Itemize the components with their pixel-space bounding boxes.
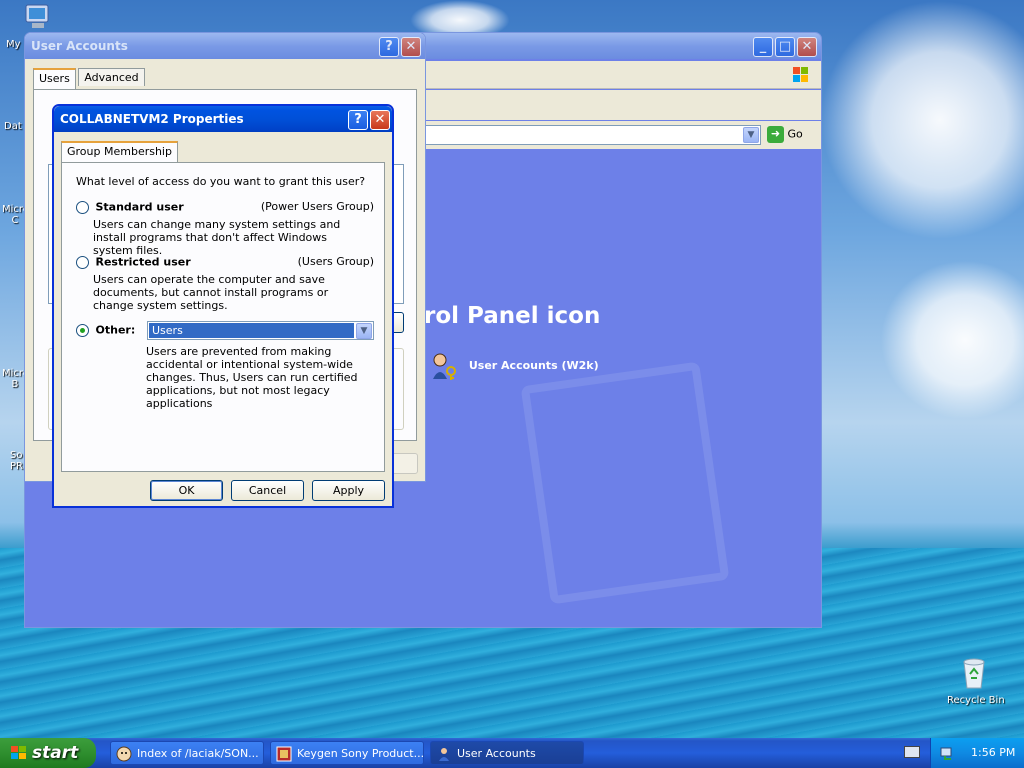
desktop-icon-label[interactable]: My	[6, 39, 21, 50]
cancel-button[interactable]: Cancel	[231, 480, 304, 501]
help-button[interactable]: ?	[379, 37, 399, 57]
other-description: Users are prevented from making accident…	[146, 345, 358, 410]
cloud	[820, 0, 1024, 240]
taskbar-item[interactable]: Keygen Sony Product...	[270, 741, 424, 765]
taskbar-item[interactable]: User Accounts	[430, 741, 584, 765]
standard-user-radio[interactable]	[76, 200, 89, 214]
access-question: What level of access do you want to gran…	[76, 175, 366, 188]
dialog-body: Group Membership What level of access do…	[54, 132, 392, 506]
user-accounts-w2k-label: User Accounts (W2k)	[468, 359, 599, 372]
user-accounts-w2k-item[interactable]: User Accounts (W2k)	[429, 351, 599, 381]
tab-group-membership[interactable]: Group Membership	[61, 141, 178, 162]
window-title: User Accounts	[31, 39, 128, 53]
system-tray: 1:56 PM	[930, 738, 1024, 768]
checkmark-watermark	[520, 361, 730, 605]
taskbar-item-label: User Accounts	[457, 747, 536, 760]
tab-advanced[interactable]: Advanced	[78, 68, 145, 86]
recycle-bin-label[interactable]: Recycle Bin	[947, 695, 1005, 706]
desktop-icon-label[interactable]: Dat	[4, 121, 22, 132]
standard-user-group: (Power Users Group)	[260, 200, 374, 213]
tab-strip: Users Advanced	[33, 67, 145, 89]
option-restricted-user[interactable]: Restricted user (Users Group) Users can …	[76, 255, 374, 312]
recycle-bin-icon[interactable]	[958, 656, 990, 690]
close-button[interactable]: ✕	[797, 37, 817, 57]
desktop-icon-label[interactable]: So PR	[10, 450, 23, 472]
clock[interactable]: 1:56 PM	[971, 746, 1015, 759]
minimize-button[interactable]: _	[753, 37, 773, 57]
go-button[interactable]: ➜ Go	[767, 126, 803, 143]
other-group-value: Users	[149, 323, 354, 338]
start-button[interactable]: start	[0, 738, 96, 768]
dialog-title: COLLABNETVM2 Properties	[60, 112, 244, 126]
content-heading: trol Panel icon	[413, 303, 601, 329]
properties-dialog: COLLABNETVM2 Properties ? ✕ Group Member…	[52, 104, 394, 508]
restricted-user-radio[interactable]	[76, 255, 89, 269]
user-accounts-titlebar[interactable]: User Accounts ? ✕	[25, 33, 425, 59]
taskbar-item-label: Index of /laciak/SON...	[137, 747, 259, 760]
menu-toolbar	[425, 61, 821, 89]
tab-users[interactable]: Users	[33, 68, 76, 89]
user-accounts-icon	[439, 748, 449, 761]
dialog-tab-strip: Group Membership	[61, 140, 178, 162]
group-membership-panel: What level of access do you want to gran…	[61, 162, 385, 472]
windows-flag-icon	[793, 67, 808, 82]
ok-button[interactable]: OK	[150, 480, 223, 501]
taskbar: start Index of /laciak/SON... Keygen Son…	[0, 738, 1024, 768]
option-other[interactable]: Other:	[76, 323, 135, 337]
chevron-down-icon[interactable]: ▼	[356, 323, 372, 339]
address-bar: ▼ ➜ Go	[425, 121, 821, 149]
help-button[interactable]: ?	[348, 110, 368, 130]
address-input[interactable]: ▼	[425, 125, 761, 145]
keygen-icon	[276, 746, 292, 762]
restricted-user-description: Users can operate the computer and save …	[93, 273, 329, 312]
taskbar-item[interactable]: Index of /laciak/SON...	[110, 741, 264, 765]
taskbar-item-label: Keygen Sony Product...	[297, 747, 424, 760]
chevron-down-icon[interactable]: ▼	[743, 127, 759, 143]
maximize-button[interactable]: □	[775, 37, 795, 57]
other-label[interactable]: Other:	[96, 324, 136, 337]
go-label: Go	[787, 127, 803, 141]
browser-icon	[116, 746, 132, 762]
my-computer-icon[interactable]	[24, 4, 52, 30]
standard-user-label[interactable]: Standard user	[96, 201, 184, 214]
dialog-titlebar[interactable]: COLLABNETVM2 Properties ? ✕	[54, 106, 392, 132]
apply-button[interactable]: Apply	[312, 480, 385, 501]
network-icon[interactable]	[939, 745, 955, 761]
go-arrow-icon: ➜	[767, 126, 784, 143]
option-standard-user[interactable]: Standard user (Power Users Group) Users …	[76, 200, 374, 257]
cloud	[880, 260, 1024, 420]
windows-flag-icon	[11, 746, 26, 759]
restricted-user-label[interactable]: Restricted user	[96, 256, 191, 269]
standard-user-description: Users can change many system settings an…	[93, 218, 341, 257]
close-button[interactable]: ✕	[370, 110, 390, 130]
other-radio[interactable]	[76, 323, 89, 337]
other-group-select[interactable]: Users ▼	[147, 321, 374, 340]
keyboard-icon[interactable]	[904, 746, 920, 758]
close-button[interactable]: ✕	[401, 37, 421, 57]
toolbar-strip	[425, 90, 821, 120]
start-label: start	[32, 743, 79, 763]
restricted-user-group: (Users Group)	[297, 255, 374, 268]
user-accounts-icon	[433, 353, 456, 380]
